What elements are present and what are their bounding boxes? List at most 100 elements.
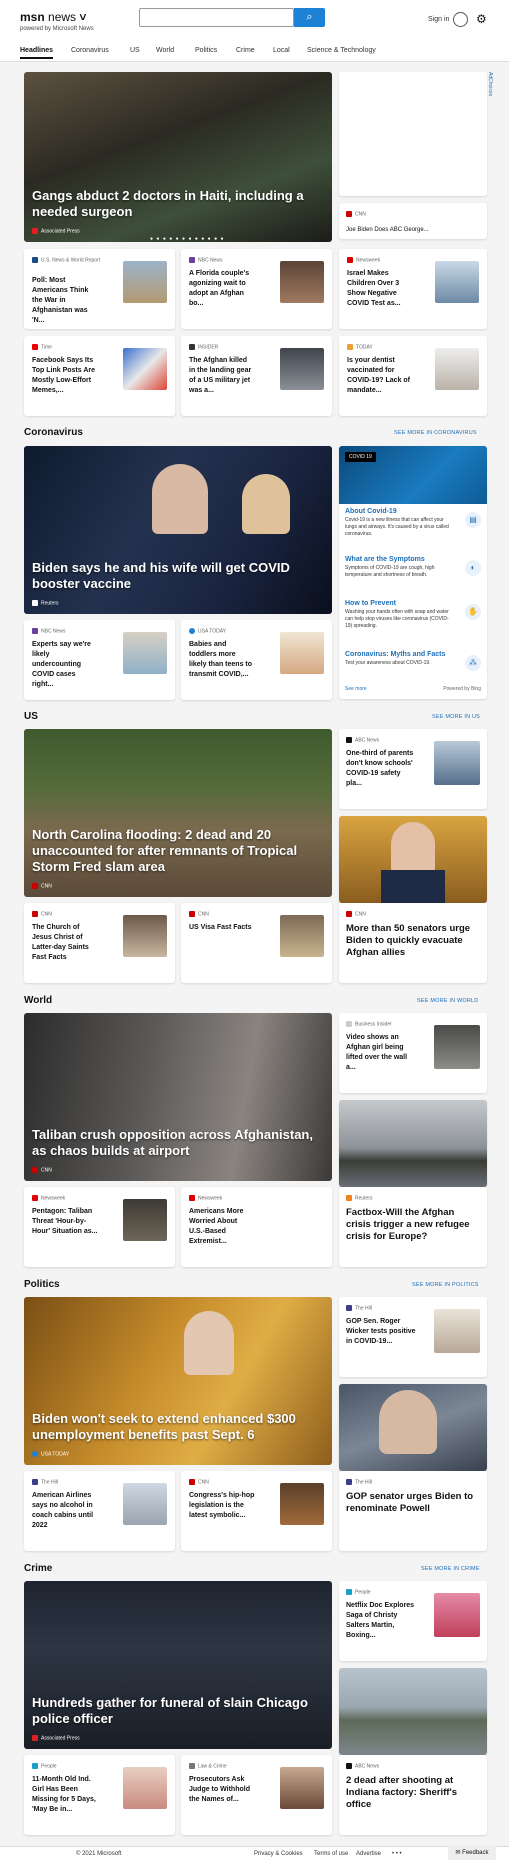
section-heading-crime[interactable]: Crime [24, 1563, 52, 1574]
today-icon [347, 344, 353, 350]
see-more-politics[interactable]: SEE MORE IN POLITICS [412, 1282, 479, 1288]
story-thumbnail [123, 915, 167, 957]
story-card[interactable]: Newsweek Pentagon: Taliban Threat 'Hour-… [24, 1187, 175, 1267]
see-more-coronavirus[interactable]: SEE MORE IN CORONAVIRUS [394, 430, 477, 436]
story-card[interactable]: ABC News One-third of parents don't know… [339, 729, 487, 809]
copyright: © 2021 Microsoft [76, 1851, 122, 1857]
story-card[interactable]: Newsweek Americans More Worried About U.… [181, 1187, 332, 1267]
covid-item-myths[interactable]: Coronavirus: Myths and Facts Test your aw… [345, 651, 483, 671]
business-insider-icon [346, 1021, 352, 1027]
newsweek-icon [347, 257, 353, 263]
story-card[interactable]: NBC News A Florida couple's agonizing wa… [181, 249, 332, 329]
story-thumbnail [280, 348, 324, 390]
story-card[interactable]: CNN The Church of Jesus Christ of Latter… [24, 903, 175, 983]
section-heading-politics[interactable]: Politics [24, 1279, 60, 1290]
covid-see-more[interactable]: See more [345, 686, 367, 692]
story-card[interactable]: TODAY Is your dentist vaccinated for COV… [339, 336, 487, 416]
story-image-refugees[interactable] [339, 1100, 487, 1187]
hero-story-haiti[interactable]: Gangs abduct 2 doctors in Haiti, includi… [24, 72, 332, 242]
people-icon [32, 1763, 38, 1769]
see-more-crime[interactable]: SEE MORE IN CRIME [421, 1566, 480, 1572]
cnn-icon [32, 911, 38, 917]
story-card[interactable]: The Hill GOP senator urges Biden to reno… [339, 1471, 487, 1551]
story-card[interactable]: USA TODAY Babies and toddlers more likel… [181, 620, 332, 700]
story-card[interactable]: Reuters Factbox-Will the Afghan crisis t… [339, 1187, 487, 1267]
story-title: GOP senator urges Biden to renominate Po… [346, 1491, 474, 1514]
hero-story-biden-booster[interactable]: Biden says he and his wife will get COVI… [24, 446, 332, 614]
section-heading-us[interactable]: US [24, 711, 38, 722]
see-more-us[interactable]: SEE MORE IN US [432, 714, 480, 720]
story-card[interactable]: Law & Crime Prosecutors Ask Judge to Wit… [181, 1755, 332, 1835]
tab-headlines[interactable]: Headlines [20, 47, 54, 59]
story-image-indiana[interactable] [339, 1668, 487, 1755]
gear-icon[interactable]: ⚙ [476, 12, 487, 26]
section-heading-coronavirus[interactable]: Coronavirus [24, 427, 83, 438]
hero-story-chicago-funeral[interactable]: Hundreds gather for funeral of slain Chi… [24, 1581, 332, 1749]
usatoday-icon [189, 628, 195, 634]
cnn-icon [189, 911, 195, 917]
avatar-icon[interactable] [453, 12, 468, 27]
more-menu[interactable]: • • • [392, 1851, 402, 1857]
story-title: The Afghan killed in the landing gear of… [189, 357, 252, 394]
ad-card-blank[interactable] [339, 72, 487, 196]
story-card[interactable]: The Hill GOP Sen. Roger Wicker tests pos… [339, 1297, 487, 1377]
privacy-link[interactable]: Privacy & Cookies [254, 1851, 303, 1857]
adchoices-link[interactable]: AdChoices [487, 72, 493, 96]
story-card[interactable]: INSIDER The Afghan killed in the landing… [181, 336, 332, 416]
story-image-senators[interactable] [339, 816, 487, 903]
terms-link[interactable]: Terms of use [314, 1851, 348, 1857]
side-story-cnn[interactable]: CNN Joe Biden Does ABC George... [339, 203, 487, 239]
carousel-dots[interactable]: ● ● ● ● ● ● ● ● ● ● ● ● [150, 236, 225, 242]
usatoday-icon [32, 1450, 38, 1457]
story-card[interactable]: CNN US Visa Fast Facts [181, 903, 332, 983]
footer: © 2021 Microsoft Privacy & Cookies Terms… [0, 1846, 509, 1862]
hero-story-taliban[interactable]: Taliban crush opposition across Afghanis… [24, 1013, 332, 1181]
story-card[interactable]: CNN More than 50 senators urge Biden to … [339, 903, 487, 983]
hero-story-nc-flooding[interactable]: North Carolina flooding: 2 dead and 20 u… [24, 729, 332, 897]
story-card[interactable]: People Netflix Doc Explores Saga of Chri… [339, 1581, 487, 1661]
story-thumbnail [123, 632, 167, 674]
advertise-link[interactable]: Advertise [356, 1851, 381, 1857]
story-card[interactable]: U.S. News & World Report Poll: Most Amer… [24, 249, 175, 329]
sign-in-link[interactable]: Sign in [428, 16, 449, 23]
msn-logo[interactable]: msn news ˅ [20, 10, 86, 24]
hero-story-biden-unemployment[interactable]: Biden won't seek to extend enhanced $300… [24, 1297, 332, 1465]
tab-science-technology[interactable]: Science & Technology [307, 47, 376, 54]
feedback-button[interactable]: ✉ Feedback [448, 1846, 496, 1860]
story-card[interactable]: ABC News 2 dead after shooting at Indian… [339, 1755, 487, 1835]
story-card[interactable]: Business Insider Video shows an Afghan g… [339, 1013, 487, 1093]
search-icon: ⌕ [306, 11, 313, 23]
hero-source: Associated Press [41, 228, 80, 234]
story-title: Babies and toddlers more likely than tee… [189, 641, 253, 678]
story-card[interactable]: People 11-Month Old Ind. Girl Has Been M… [24, 1755, 175, 1835]
tab-local[interactable]: Local [273, 47, 290, 54]
handwash-icon: ✋ [465, 604, 481, 620]
tab-politics[interactable]: Politics [195, 47, 217, 54]
story-card[interactable]: NBC News Experts say we're likely underc… [24, 620, 175, 700]
story-image-powell[interactable] [339, 1384, 487, 1471]
covid-item-about[interactable]: About Covid-19 Covid-19 is a new illness … [345, 508, 483, 538]
quiz-icon: ⁂ [465, 655, 481, 671]
covid-tag: COVID 19 [345, 452, 376, 462]
lawcrime-icon [189, 1763, 195, 1769]
story-thumbnail [434, 741, 480, 785]
tab-us[interactable]: US [130, 47, 140, 54]
tab-world[interactable]: World [156, 47, 174, 54]
section-heading-world[interactable]: World [24, 995, 52, 1006]
tab-coronavirus[interactable]: Coronavirus [71, 47, 109, 54]
story-title: GOP Sen. Roger Wicker tests positive in … [346, 1318, 416, 1345]
story-thumbnail [280, 632, 324, 674]
story-image-figure [379, 1390, 437, 1454]
search-input[interactable] [139, 8, 294, 27]
story-title: Experts say we're likely undercounting C… [32, 641, 91, 688]
search-button[interactable]: ⌕ [294, 8, 325, 27]
story-card[interactable]: CNN Congress's hip-hop legislation is th… [181, 1471, 332, 1551]
story-card[interactable]: Time Facebook Says Its Top Link Posts Ar… [24, 336, 175, 416]
story-thumbnail [435, 261, 479, 303]
covid-item-symptoms[interactable]: What are the Symptoms Symptoms of COVID-1… [345, 556, 483, 579]
story-card[interactable]: Newsweek Israel Makes Children Over 3 Sh… [339, 249, 487, 329]
covid-item-prevent[interactable]: How to Prevent Washing your hands often w… [345, 600, 483, 630]
see-more-world[interactable]: SEE MORE IN WORLD [417, 998, 478, 1004]
story-card[interactable]: The Hill American Airlines says no alcoh… [24, 1471, 175, 1551]
tab-crime[interactable]: Crime [236, 47, 255, 54]
